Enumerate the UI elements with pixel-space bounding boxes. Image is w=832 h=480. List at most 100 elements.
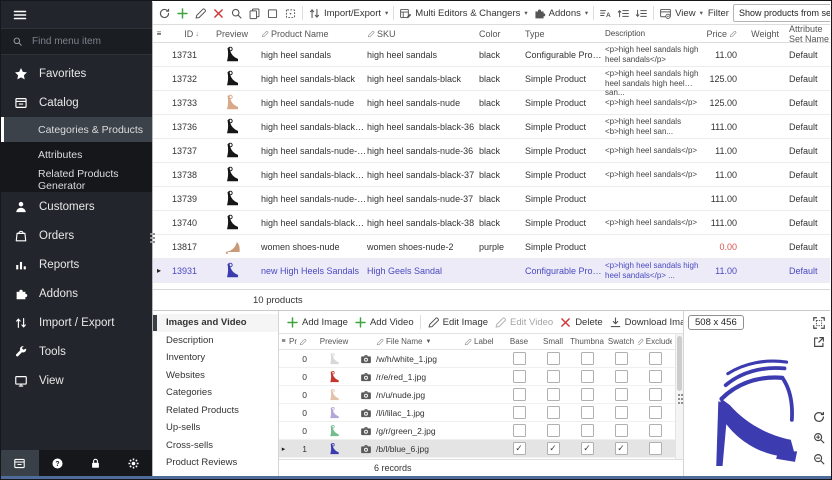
download-image-button[interactable]: Download Image xyxy=(607,313,683,331)
checkbox[interactable] xyxy=(649,442,662,455)
add-video-button[interactable]: Add Video xyxy=(352,313,416,331)
product-row[interactable]: ▸13931new High Heels SandalsHigh Geels S… xyxy=(153,259,830,283)
sidebar-item-addons[interactable]: Addons xyxy=(1,279,152,308)
checkbox[interactable] xyxy=(547,352,560,365)
checkbox[interactable] xyxy=(615,406,628,419)
hamburger-menu-button[interactable] xyxy=(1,1,152,28)
addons-menu[interactable]: Addons▾ xyxy=(531,4,591,22)
zoom-in-icon[interactable] xyxy=(812,431,826,445)
checkbox[interactable] xyxy=(615,352,628,365)
checkbox[interactable] xyxy=(547,424,560,437)
checkbox[interactable] xyxy=(649,352,662,365)
col-header-id[interactable]: ID↓ xyxy=(165,29,203,39)
col-header-color[interactable]: Color xyxy=(479,29,525,39)
help-button[interactable] xyxy=(39,450,77,476)
sort-columns-button[interactable] xyxy=(597,4,614,22)
sidebar-item-related-products-generator[interactable]: Related Products Generator xyxy=(1,167,152,192)
product-image[interactable] xyxy=(690,327,816,477)
edit-image-button[interactable]: Edit Image xyxy=(425,313,490,331)
add-product-button[interactable] xyxy=(174,4,191,22)
tab-description[interactable]: Description xyxy=(153,332,278,350)
checkbox[interactable] xyxy=(649,388,662,401)
splitter-handle[interactable] xyxy=(678,394,680,396)
sidebar-item-customers[interactable]: Customers xyxy=(1,192,152,221)
category-filter-select[interactable]: Show products from selected categories▾ xyxy=(733,4,830,22)
sidebar-item-reports[interactable]: Reports xyxy=(1,250,152,279)
checkbox[interactable] xyxy=(581,406,594,419)
fullscreen-icon[interactable] xyxy=(812,316,826,330)
tab-inventory[interactable]: Inventory xyxy=(153,349,278,367)
product-row[interactable]: 13737high heel sandals-nude-36high heel … xyxy=(153,139,830,163)
checkbox[interactable] xyxy=(615,424,628,437)
image-row[interactable]: 0/l/i/lilac_1.jpg xyxy=(279,404,683,422)
col-header-description[interactable]: Description xyxy=(605,29,701,38)
splitter-handle[interactable] xyxy=(150,233,152,235)
duplicate-button[interactable] xyxy=(282,4,299,22)
search-products-button[interactable] xyxy=(228,4,245,22)
menu-search-input[interactable] xyxy=(30,35,139,48)
checkbox[interactable] xyxy=(581,424,594,437)
add-image-button[interactable]: Add Image xyxy=(284,313,350,331)
tab-categories[interactable]: Categories xyxy=(153,384,278,402)
checkbox[interactable]: ✓ xyxy=(547,442,560,455)
col-header-label[interactable]: Label xyxy=(464,337,502,346)
checkbox[interactable] xyxy=(649,406,662,419)
col-header-thumbnail[interactable]: Thumbna xyxy=(570,337,604,346)
checkbox[interactable] xyxy=(513,424,526,437)
checkbox[interactable] xyxy=(581,370,594,383)
collapse-rows-button[interactable] xyxy=(633,4,650,22)
image-row[interactable]: 0/w/h/white_1.jpg xyxy=(279,350,683,368)
product-row[interactable]: 13739high heel sandals-nude-37high heel … xyxy=(153,187,830,211)
open-external-icon[interactable] xyxy=(812,335,826,349)
product-row[interactable]: 13732high heel sandals-blackhigh heel sa… xyxy=(153,67,830,91)
checkbox[interactable] xyxy=(513,370,526,383)
col-header-image-preview[interactable]: Preview xyxy=(312,337,356,346)
gear-button[interactable] xyxy=(114,450,152,476)
delete-product-button[interactable] xyxy=(210,4,227,22)
zoom-out-icon[interactable] xyxy=(812,452,826,466)
col-header-sku[interactable]: SKU xyxy=(367,29,479,39)
product-row[interactable]: 13736high heel sandals-black-36high heel… xyxy=(153,115,830,139)
image-row[interactable]: 0/n/u/nude.jpg xyxy=(279,386,683,404)
tab-related-products[interactable]: Related Products xyxy=(153,402,278,420)
images-scrollbar[interactable] xyxy=(675,334,683,459)
col-header-product-name[interactable]: Product Name xyxy=(261,29,367,39)
checkbox[interactable] xyxy=(513,352,526,365)
tab-websites[interactable]: Websites xyxy=(153,367,278,385)
edit-video-button[interactable]: Edit Video xyxy=(492,313,555,331)
product-row[interactable]: 13738high heel sandals-black-37high heel… xyxy=(153,163,830,187)
sidebar-item-favorites[interactable]: Favorites xyxy=(1,59,152,88)
edit-product-button[interactable] xyxy=(192,4,209,22)
sidebar-item-tools[interactable]: Tools xyxy=(1,337,152,366)
archive-button[interactable] xyxy=(1,450,39,476)
sidebar-item-import-export[interactable]: Import / Export xyxy=(1,308,152,337)
tab-images-and-video[interactable]: Images and Video xyxy=(153,314,278,332)
rotate-icon[interactable] xyxy=(812,410,826,424)
col-header-priority[interactable]: Pr xyxy=(288,337,312,346)
tab-up-sells[interactable]: Up-sells xyxy=(153,419,278,437)
tab-cross-sells[interactable]: Cross-sells xyxy=(153,437,278,455)
checkbox[interactable] xyxy=(547,370,560,383)
image-row[interactable]: 0/r/e/red_1.jpg xyxy=(279,368,683,386)
delete-button[interactable]: Delete xyxy=(557,313,604,331)
checkbox[interactable]: ✓ xyxy=(615,442,628,455)
col-header-price[interactable]: Price xyxy=(701,29,745,39)
col-header-exclude[interactable]: Exclude xyxy=(638,337,672,346)
checkbox[interactable] xyxy=(547,406,560,419)
expand-rows-button[interactable] xyxy=(615,4,632,22)
product-row[interactable]: 13733high heel sandals-nudehigh heel san… xyxy=(153,91,830,115)
view-menu[interactable]: View▾ xyxy=(657,4,705,22)
image-row[interactable]: 0/g/r/green_2.jpg xyxy=(279,422,683,440)
checkbox[interactable] xyxy=(581,352,594,365)
scrollbar-thumb[interactable] xyxy=(677,336,682,391)
checkbox[interactable] xyxy=(581,388,594,401)
checkbox[interactable] xyxy=(615,370,628,383)
col-header-type[interactable]: Type xyxy=(525,29,605,39)
checkbox[interactable]: ✓ xyxy=(513,442,526,455)
col-header-swatch[interactable]: Swatch xyxy=(604,337,638,346)
checkbox[interactable] xyxy=(615,388,628,401)
tab-product-reviews[interactable]: Product Reviews xyxy=(153,454,278,472)
checkbox[interactable]: ✓ xyxy=(581,442,594,455)
sidebar-item-attributes[interactable]: Attributes xyxy=(1,142,152,167)
sidebar-item-view[interactable]: View xyxy=(1,366,152,395)
